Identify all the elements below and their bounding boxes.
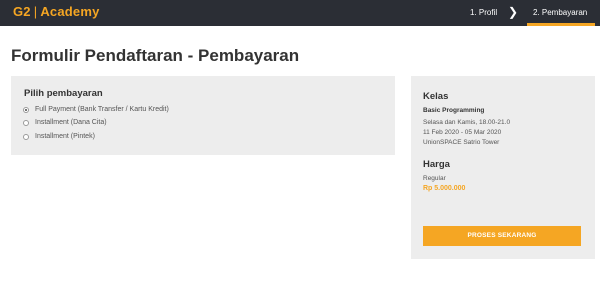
price-value: Rp 5.000.000 <box>423 185 466 192</box>
kelas-heading: Kelas <box>423 91 449 102</box>
proses-sekarang-button[interactable]: PROSES SEKARANG <box>423 226 581 246</box>
radio-installment-danacita[interactable] <box>23 119 29 126</box>
logo-sub: Academy <box>40 4 100 19</box>
payment-option-label: Full Payment (Bank Transfer / Kartu Kred… <box>35 106 169 113</box>
logo-separator: | <box>33 4 38 19</box>
brand-logo[interactable]: G2 | Academy <box>13 4 100 19</box>
course-dates: 11 Feb 2020 - 05 Mar 2020 <box>423 129 502 136</box>
payment-heading: Pilih pembayaran <box>24 88 103 99</box>
chevron-right-icon: ❯ <box>508 5 519 19</box>
harga-heading: Harga <box>423 159 450 170</box>
active-step-indicator <box>527 23 595 26</box>
payment-option-full[interactable]: Full Payment (Bank Transfer / Kartu Kred… <box>23 104 169 115</box>
payment-option-label: Installment (Pintek) <box>35 133 95 140</box>
step-profil[interactable]: 1. Profil <box>470 8 497 17</box>
page-title: Formulir Pendaftaran - Pembayaran <box>11 46 300 65</box>
radio-installment-pintek[interactable] <box>23 133 29 140</box>
course-location: UnionSPACE Satrio Tower <box>423 139 500 146</box>
logo-main: G2 <box>13 4 31 19</box>
step-pembayaran[interactable]: 2. Pembayaran <box>533 8 587 17</box>
payment-option-label: Installment (Dana Cita) <box>35 119 107 126</box>
top-navbar: G2 | Academy 1. Profil ❯ 2. Pembayaran <box>0 0 600 26</box>
radio-full-payment[interactable] <box>23 106 29 113</box>
payment-option-pintek[interactable]: Installment (Pintek) <box>23 131 95 142</box>
payment-method-panel: Pilih pembayaran Full Payment (Bank Tran… <box>11 76 395 155</box>
payment-option-danacita[interactable]: Installment (Dana Cita) <box>23 117 107 128</box>
order-summary-panel: Kelas Basic Programming Selasa dan Kamis… <box>411 76 595 259</box>
course-name: Basic Programming <box>423 107 485 114</box>
course-schedule: Selasa dan Kamis, 18.00-21.0 <box>423 119 511 126</box>
price-type: Regular <box>423 175 446 182</box>
